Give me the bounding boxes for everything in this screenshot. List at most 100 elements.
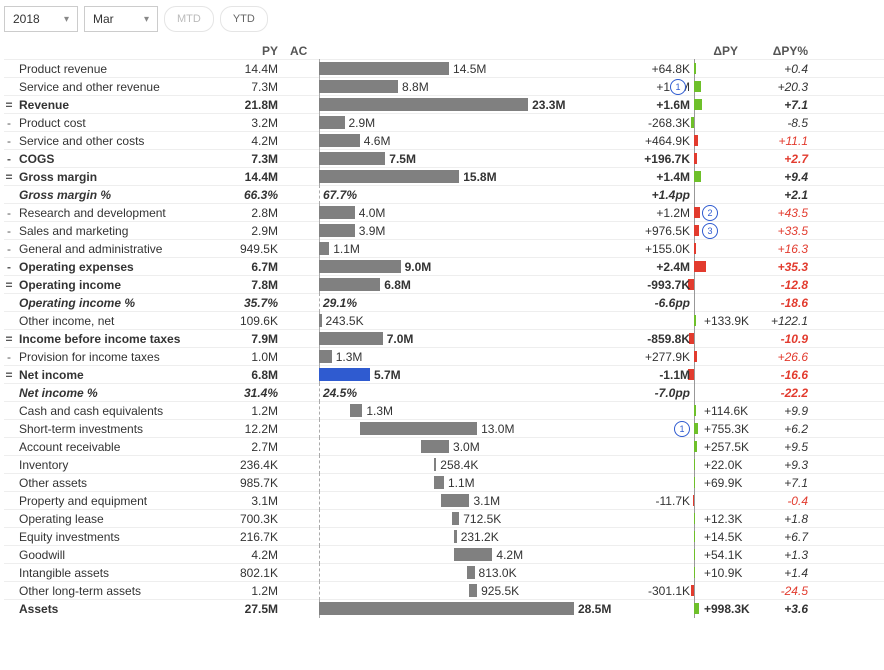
dpy-value: +54.1K bbox=[704, 546, 742, 563]
annotation-badge[interactable]: 1 bbox=[674, 421, 690, 437]
ac-value: 4.6M bbox=[364, 132, 391, 149]
dpy-bar bbox=[694, 225, 699, 236]
dpy-cell: -1.1M bbox=[584, 366, 744, 383]
dpy-value: +277.9K bbox=[645, 348, 690, 365]
dpy-value: +155.0K bbox=[645, 240, 690, 257]
mtd-button[interactable]: MTD bbox=[164, 6, 214, 32]
ac-cell: 15.8M bbox=[284, 168, 584, 185]
py-value: 6.8M bbox=[214, 368, 284, 382]
dpy-axis bbox=[694, 329, 695, 348]
dpy-cell: +14.5K bbox=[584, 528, 744, 545]
dpy-value: +133.9K bbox=[704, 312, 749, 329]
ac-cell: 2.9M bbox=[284, 114, 584, 131]
dpy-bar bbox=[694, 153, 697, 164]
dpy-bar bbox=[694, 243, 696, 254]
table-row: -Research and development2.8M4.0M+1.2M2+… bbox=[4, 203, 884, 221]
dpy-cell: +1.6M bbox=[584, 96, 744, 113]
dpy-value: +755.3K bbox=[704, 420, 749, 437]
year-dropdown[interactable]: 2018 ▾ bbox=[4, 6, 78, 32]
month-dropdown[interactable]: Mar ▾ bbox=[84, 6, 158, 32]
ac-value: 5.7M bbox=[374, 366, 401, 383]
py-value: 4.2M bbox=[214, 134, 284, 148]
header-dpy: ΔPY bbox=[584, 44, 744, 58]
dpy-value: +976.5K bbox=[645, 222, 690, 239]
dpy-axis bbox=[694, 383, 695, 402]
dpy-value: +1.2M bbox=[656, 204, 690, 221]
table-row: Other long-term assets1.2M925.5K-301.1K-… bbox=[4, 581, 884, 599]
annotation-badge[interactable]: 1 bbox=[670, 79, 686, 95]
dpy-value: -859.8K bbox=[647, 330, 690, 347]
dpy-cell: +133.9K bbox=[584, 312, 744, 329]
row-label: Revenue bbox=[19, 98, 69, 112]
table-row: =Income before income taxes7.9M7.0M-859.… bbox=[4, 329, 884, 347]
annotation-badge[interactable]: 2 bbox=[702, 205, 718, 221]
table-row: =Operating income7.8M6.8M-993.7K-12.8 bbox=[4, 275, 884, 293]
ac-value: 1.3M bbox=[366, 402, 393, 419]
py-value: 7.8M bbox=[214, 278, 284, 292]
py-value: 802.1K bbox=[214, 566, 284, 580]
ac-cell: 9.0M bbox=[284, 258, 584, 275]
ac-cell: 258.4K bbox=[284, 456, 584, 473]
py-value: 1.0M bbox=[214, 350, 284, 364]
dpy-cell: -11.7K bbox=[584, 492, 744, 509]
dpy-value: +257.5K bbox=[704, 438, 749, 455]
row-label: Product cost bbox=[19, 116, 86, 130]
ac-bar bbox=[319, 332, 383, 345]
ac-value: 13.0M bbox=[481, 420, 514, 437]
row-label: Account receivable bbox=[19, 440, 120, 454]
py-value: 14.4M bbox=[214, 170, 284, 184]
dpy-cell: +196.7K bbox=[584, 150, 744, 167]
ac-value: 925.5K bbox=[481, 582, 519, 599]
ac-bar bbox=[319, 602, 574, 615]
dpy-bar bbox=[694, 261, 706, 272]
row-label: Short-term investments bbox=[19, 422, 143, 436]
ac-value: 9.0M bbox=[405, 258, 432, 275]
py-value: 27.5M bbox=[214, 602, 284, 616]
row-label: Assets bbox=[19, 602, 58, 616]
dpy-percent: +26.6 bbox=[744, 350, 814, 364]
table-row: -Operating expenses6.7M9.0M+2.4M+35.3 bbox=[4, 257, 884, 275]
filter-bar: 2018 ▾ Mar ▾ MTD YTD bbox=[0, 0, 884, 38]
ac-value: 813.0K bbox=[479, 564, 517, 581]
ytd-button[interactable]: YTD bbox=[220, 6, 268, 32]
table-row: -General and administrative949.5K1.1M+15… bbox=[4, 239, 884, 257]
dpy-cell: -268.3K bbox=[584, 114, 744, 131]
py-value: 7.9M bbox=[214, 332, 284, 346]
annotation-badge[interactable]: 3 bbox=[702, 223, 718, 239]
dpy-percent: +6.2 bbox=[744, 422, 814, 436]
dpy-bar bbox=[694, 171, 701, 182]
py-value: 31.4% bbox=[214, 386, 284, 400]
dpy-value: +64.8K bbox=[652, 60, 690, 77]
table-row: Inventory236.4K258.4K+22.0K+9.3 bbox=[4, 455, 884, 473]
row-label: Property and equipment bbox=[19, 494, 147, 508]
ac-axis bbox=[319, 419, 320, 438]
dpy-percent: -8.5 bbox=[744, 116, 814, 130]
py-value: 66.3% bbox=[214, 188, 284, 202]
dpy-percent: +9.4 bbox=[744, 170, 814, 184]
ac-value: 23.3M bbox=[532, 96, 565, 113]
dpy-percent: +2.7 bbox=[744, 152, 814, 166]
ac-cell: 1.3M bbox=[284, 402, 584, 419]
dpy-cell: +12.3K bbox=[584, 510, 744, 527]
ac-cell: 1.1M bbox=[284, 240, 584, 257]
dpy-cell: +998.3K bbox=[584, 600, 744, 617]
dpy-cell: +114.6K bbox=[584, 402, 744, 419]
table-row: -Service and other costs4.2M4.6M+464.9K+… bbox=[4, 131, 884, 149]
dpy-percent: +43.5 bbox=[744, 206, 814, 220]
ac-bar bbox=[421, 440, 449, 453]
dpy-cell: +22.0K bbox=[584, 456, 744, 473]
ac-cell: 4.0M bbox=[284, 204, 584, 221]
dpy-bar bbox=[691, 585, 694, 596]
ac-axis bbox=[319, 491, 320, 510]
ac-value: 712.5K bbox=[463, 510, 501, 527]
dpy-percent: +20.3 bbox=[744, 80, 814, 94]
ac-value: 67.7% bbox=[323, 186, 357, 203]
row-label: Other assets bbox=[19, 476, 87, 490]
month-value: Mar bbox=[93, 12, 114, 26]
ac-axis bbox=[319, 437, 320, 456]
py-value: 2.8M bbox=[214, 206, 284, 220]
dpy-cell: +10.9K bbox=[584, 564, 744, 581]
row-prefix: = bbox=[4, 332, 14, 346]
ac-bar bbox=[319, 314, 322, 327]
dpy-value: +14.5K bbox=[704, 528, 742, 545]
